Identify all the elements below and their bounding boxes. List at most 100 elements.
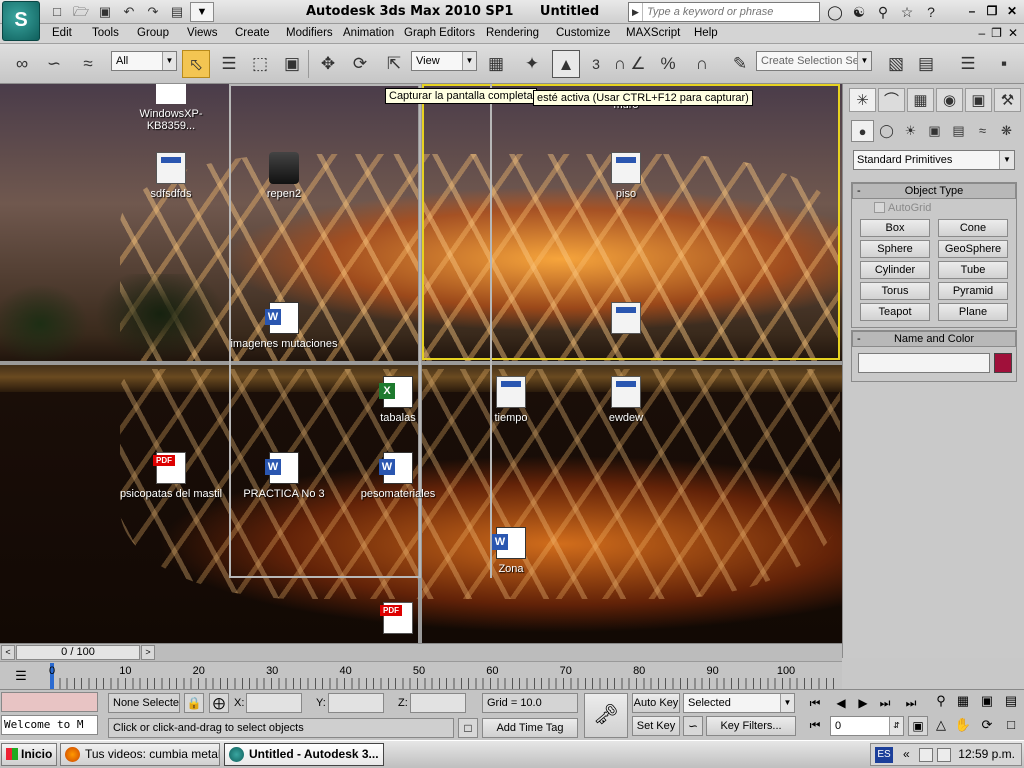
time-slider[interactable]: < 0 / 100 > — [0, 643, 842, 661]
desktop-icon[interactable] — [571, 302, 681, 338]
create-tab-icon[interactable]: ✳ — [849, 88, 876, 112]
shapes-icon[interactable]: ◯ — [875, 120, 898, 142]
time-slider-thumb[interactable]: 0 / 100 — [16, 645, 140, 660]
current-frame-spinner[interactable]: 0 ⇵ — [830, 716, 904, 736]
menu-create[interactable]: Create — [235, 27, 270, 39]
select-manipulate-icon[interactable]: ✦ — [518, 50, 546, 78]
add-time-tag-button[interactable]: Add Time Tag — [482, 718, 578, 738]
desktop-icon[interactable]: tabalas — [343, 376, 453, 424]
graphite-toolbar-icon[interactable]: ▪ — [990, 50, 1018, 78]
name-and-color-rollout-header[interactable]: - Name and Color — [852, 331, 1016, 347]
search-input[interactable] — [643, 6, 813, 18]
primitive-category-dropdown[interactable]: Standard Primitives ▼ — [853, 150, 1015, 170]
binoculars-icon[interactable]: ◯ — [824, 2, 846, 22]
scale-icon[interactable]: ⇱ — [380, 50, 408, 78]
select-object-icon[interactable]: ⬁ — [182, 50, 210, 78]
display-tab-icon[interactable]: ▣ — [965, 88, 992, 112]
taskbar-item-3dsmax[interactable]: Untitled - Autodesk 3... — [224, 743, 384, 766]
desktop-icon[interactable]: Zona — [456, 527, 566, 575]
desktop-icon[interactable]: pesomateriales — [343, 452, 453, 500]
snaps-toggle-icon[interactable]: 3 — [586, 50, 606, 78]
set-key-big-icon[interactable]: 🗝 — [584, 693, 628, 738]
layer-manager-icon[interactable]: ☰ — [954, 50, 982, 78]
time-configuration-icon[interactable]: ▣ — [908, 716, 928, 736]
y-coordinate-field[interactable] — [328, 693, 384, 713]
search-expand-icon[interactable]: ▶ — [629, 3, 643, 21]
lock-selection-icon[interactable]: 🔒 — [184, 693, 204, 713]
reference-coordinate-dropdown[interactable]: View ▼ — [411, 51, 477, 71]
align-icon[interactable]: ▤ — [912, 50, 940, 78]
desktop-icon[interactable]: sdfsdfds — [116, 152, 226, 200]
redo-icon[interactable]: ↷ — [142, 2, 164, 22]
window-crossing-icon[interactable]: ▣ — [278, 50, 306, 78]
percent-snap-icon[interactable]: % — [654, 50, 682, 78]
desktop-icon[interactable]: repen2 — [229, 152, 339, 200]
new-file-icon[interactable]: □ — [46, 2, 68, 22]
close-icon[interactable]: ✕ — [1004, 3, 1020, 19]
unlink-icon[interactable]: ∽ — [40, 50, 68, 78]
maximize-viewport-icon[interactable]: □ — [1000, 714, 1022, 736]
open-file-icon[interactable]: 🗁 — [70, 2, 92, 22]
field-of-view-icon[interactable]: △ — [930, 714, 952, 736]
menu-edit[interactable]: Edit — [52, 27, 72, 39]
restore-icon[interactable]: ❐ — [984, 3, 1000, 19]
mirror-icon[interactable]: ▧ — [882, 50, 910, 78]
menu-graph-editors[interactable]: Graph Editors — [404, 27, 475, 39]
selection-lock-toggle-icon[interactable]: □ — [458, 718, 478, 738]
doc-restore-icon[interactable]: ❐ — [991, 26, 1002, 40]
help-icon[interactable]: ? — [920, 2, 942, 22]
primitive-geosphere-button[interactable]: GeoSphere — [938, 240, 1008, 258]
menu-help[interactable]: Help — [694, 27, 718, 39]
key-mode-dropdown[interactable]: Selected ▼ — [683, 693, 795, 713]
go-to-end-icon[interactable]: ⏭ — [900, 694, 922, 712]
cameras-icon[interactable]: ▣ — [923, 120, 946, 142]
mini-curve-editor-icon[interactable]: ☰ — [10, 666, 32, 686]
desktop-icon[interactable]: PRACTICA No 3 — [229, 452, 339, 500]
undo-icon[interactable]: ↶ — [118, 2, 140, 22]
object-type-rollout-header[interactable]: - Object Type — [852, 183, 1016, 199]
desktop-icon[interactable]: imagenes mutaciones — [229, 302, 339, 350]
menu-tools[interactable]: Tools — [92, 27, 119, 39]
tray-app-icon[interactable] — [919, 748, 933, 762]
maxscript-mini-listener-output[interactable] — [1, 692, 98, 712]
rectangular-selection-icon[interactable]: ⬚ — [246, 50, 274, 78]
autogrid-checkbox[interactable]: AutoGrid — [852, 199, 1016, 217]
pan-hand-icon[interactable]: ✋ — [952, 714, 974, 736]
absolute-mode-icon[interactable]: ⨁ — [209, 693, 229, 713]
desktop-icon[interactable]: ewdew — [571, 376, 681, 424]
start-button[interactable]: Inicio — [1, 743, 57, 766]
zoom-extents-all-icon[interactable]: ▤ — [1000, 690, 1022, 712]
project-folder-icon[interactable]: ▤ — [166, 2, 188, 22]
next-frame-icon[interactable]: ⏭ — [874, 694, 896, 712]
menu-customize[interactable]: Customize — [556, 27, 610, 39]
bind-space-warp-icon[interactable]: ≈ — [74, 50, 102, 78]
default-tangent-icon[interactable]: ∽ — [683, 716, 703, 736]
geometry-icon[interactable]: ● — [851, 120, 874, 142]
move-icon[interactable]: ✥ — [314, 50, 342, 78]
menu-views[interactable]: Views — [187, 27, 217, 39]
menu-modifiers[interactable]: Modifiers — [286, 27, 333, 39]
primitive-tube-button[interactable]: Tube — [938, 261, 1008, 279]
go-to-start-icon[interactable]: ⏮ — [804, 694, 826, 712]
zoom-all-icon[interactable]: ▦ — [952, 690, 974, 712]
taskbar-item-firefox[interactable]: Tus videos: cumbia metal... — [60, 743, 220, 766]
menu-rendering[interactable]: Rendering — [486, 27, 539, 39]
zoom-icon[interactable]: ⚲ — [930, 690, 952, 712]
x-coordinate-field[interactable] — [246, 693, 302, 713]
lights-icon[interactable]: ☀ — [899, 120, 922, 142]
language-indicator[interactable]: ES — [875, 747, 893, 763]
key-filters-button[interactable]: Key Filters... — [706, 716, 796, 736]
tray-network-icon[interactable] — [937, 748, 951, 762]
favorites-star-icon[interactable]: ☆ — [896, 2, 918, 22]
primitive-cylinder-button[interactable]: Cylinder — [860, 261, 930, 279]
orbit-icon[interactable]: ⟳ — [976, 714, 998, 736]
menu-animation[interactable]: Animation — [343, 27, 394, 39]
primitive-plane-button[interactable]: Plane — [938, 303, 1008, 321]
primitive-cone-button[interactable]: Cone — [938, 219, 1008, 237]
tray-expand-icon[interactable]: « — [903, 744, 910, 765]
rotate-icon[interactable]: ⟳ — [346, 50, 374, 78]
object-name-field[interactable] — [858, 353, 990, 373]
track-bar[interactable]: ☰ 0 10 20 30 40 50 60 70 80 90 100 — [0, 661, 842, 690]
maxscript-mini-listener[interactable]: Welcome to M — [1, 715, 98, 735]
spinner-snap-icon[interactable]: ∩ — [688, 50, 716, 78]
